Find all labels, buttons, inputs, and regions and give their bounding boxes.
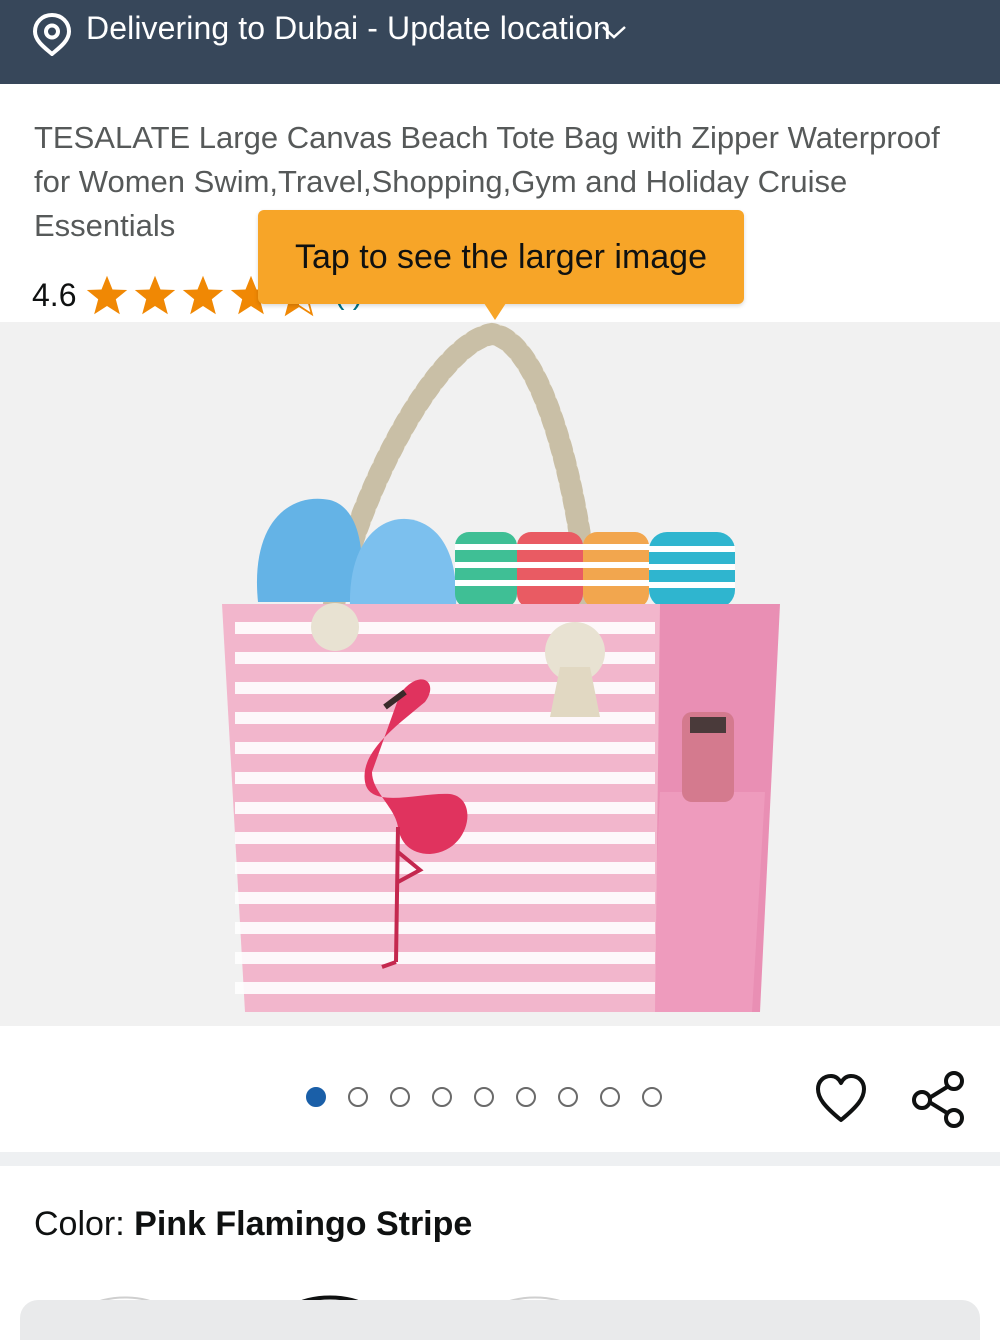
color-value: Pink Flamingo Stripe [134, 1205, 473, 1243]
carousel-dot[interactable] [558, 1087, 578, 1107]
product-image[interactable] [0, 322, 1000, 1026]
image-carousel-dots[interactable] [306, 1087, 662, 1107]
heart-icon[interactable] [814, 1072, 868, 1126]
chevron-down-icon[interactable] [600, 22, 628, 42]
location-pin-icon [32, 12, 72, 57]
carousel-dot[interactable] [516, 1087, 536, 1107]
carousel-dot[interactable] [600, 1087, 620, 1107]
share-icon[interactable] [910, 1070, 966, 1128]
rating-value: 4.6 [32, 276, 77, 313]
delivery-location-text[interactable]: Delivering to Dubai - Update location [86, 10, 611, 47]
star-icon [87, 275, 128, 315]
section-divider [0, 1152, 1000, 1166]
tote-bag-image [222, 322, 780, 1012]
color-label: Color: [34, 1205, 135, 1243]
carousel-dot[interactable] [642, 1087, 662, 1107]
tooltip-arrow [482, 300, 508, 320]
tap-to-enlarge-tooltip[interactable]: Tap to see the larger image [258, 210, 744, 304]
carousel-dot[interactable] [390, 1087, 410, 1107]
star-icon [183, 275, 224, 315]
location-bar[interactable]: Delivering to Dubai - Update location [0, 0, 1000, 84]
bottom-sheet-edge [20, 1300, 980, 1340]
star-icon [135, 275, 176, 315]
carousel-dot[interactable] [474, 1087, 494, 1107]
carousel-dot[interactable] [348, 1087, 368, 1107]
carousel-dot[interactable] [432, 1087, 452, 1107]
color-selection: Color: Pink Flamingo Stripe [34, 1205, 472, 1244]
carousel-dot[interactable] [306, 1087, 326, 1107]
